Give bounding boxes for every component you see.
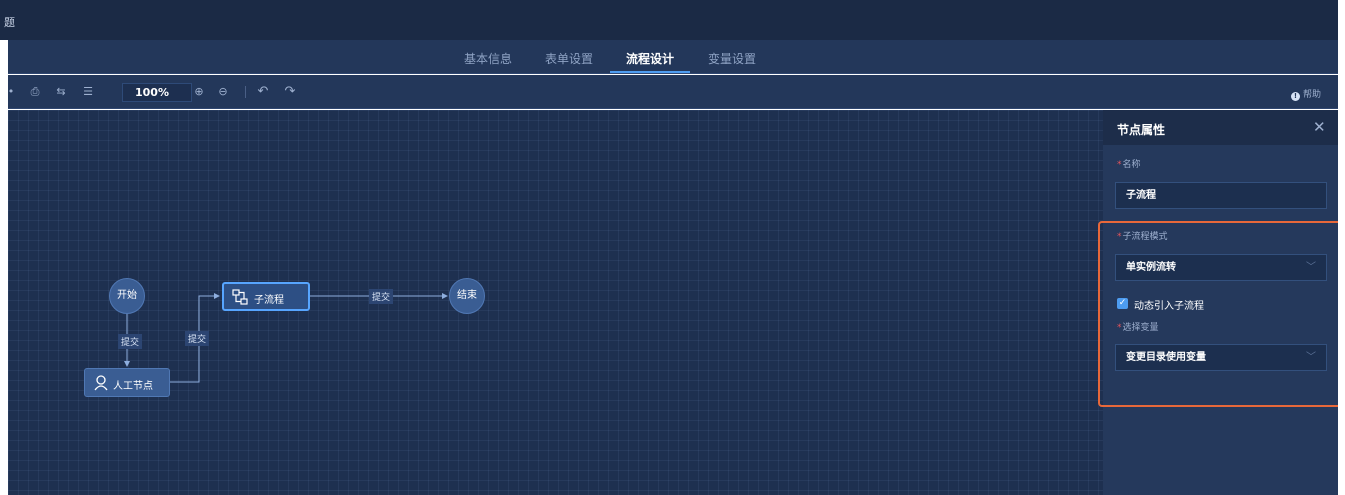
name-label: *名称 bbox=[1117, 160, 1141, 170]
panel-title: 节点属性 bbox=[1117, 123, 1166, 137]
subprocess-node[interactable]: 子流程 bbox=[222, 282, 310, 311]
end-node[interactable]: 结束 bbox=[449, 278, 485, 314]
edge-label-start-to-manual: 提交 bbox=[118, 334, 143, 349]
edge-label-subprocess-to-end: 提交 bbox=[369, 289, 394, 304]
variable-select[interactable]: 变更目录使用变量 ﹀ bbox=[1115, 344, 1327, 371]
right-margin bbox=[1338, 0, 1345, 495]
select-variable-label-text: 选择变量 bbox=[1122, 323, 1159, 333]
manual-node-label: 人工节点 bbox=[113, 381, 153, 392]
select-variable-label: *选择变量 bbox=[1117, 323, 1159, 333]
name-label-text: 名称 bbox=[1122, 160, 1141, 170]
left-margin bbox=[0, 40, 8, 495]
variable-select-value: 变更目录使用变量 bbox=[1126, 352, 1206, 363]
dynamic-subprocess-label: 动态引入子流程 bbox=[1134, 301, 1204, 312]
chevron-down-icon: ﹀ bbox=[1306, 352, 1316, 363]
name-field[interactable]: 子流程 bbox=[1115, 182, 1327, 209]
subprocess-node-label: 子流程 bbox=[254, 295, 284, 306]
user-icon bbox=[94, 375, 108, 391]
subprocess-mode-label: *子流程模式 bbox=[1117, 232, 1168, 242]
highlight-frame bbox=[1098, 221, 1342, 407]
start-node[interactable]: 开始 bbox=[109, 278, 145, 314]
subprocess-mode-value: 单实例流转 bbox=[1126, 262, 1176, 273]
manual-node[interactable]: 人工节点 bbox=[84, 368, 170, 397]
flow-designer-app: 题 基本信息 表单设置 流程设计 变量设置 • ⎙ ⇆ ☰ 100% ⊕ ⊖ ↶… bbox=[0, 0, 1345, 495]
dynamic-subprocess-checkbox[interactable]: ✓ bbox=[1117, 298, 1128, 309]
subprocess-mode-label-text: 子流程模式 bbox=[1122, 232, 1168, 242]
edge-label-manual-to-subprocess: 提交 bbox=[185, 331, 210, 346]
subprocess-mode-select[interactable]: 单实例流转 ﹀ bbox=[1115, 254, 1327, 281]
subprocess-icon bbox=[232, 289, 248, 305]
chevron-down-icon: ﹀ bbox=[1306, 262, 1316, 273]
close-icon[interactable]: ✕ bbox=[1313, 118, 1326, 136]
